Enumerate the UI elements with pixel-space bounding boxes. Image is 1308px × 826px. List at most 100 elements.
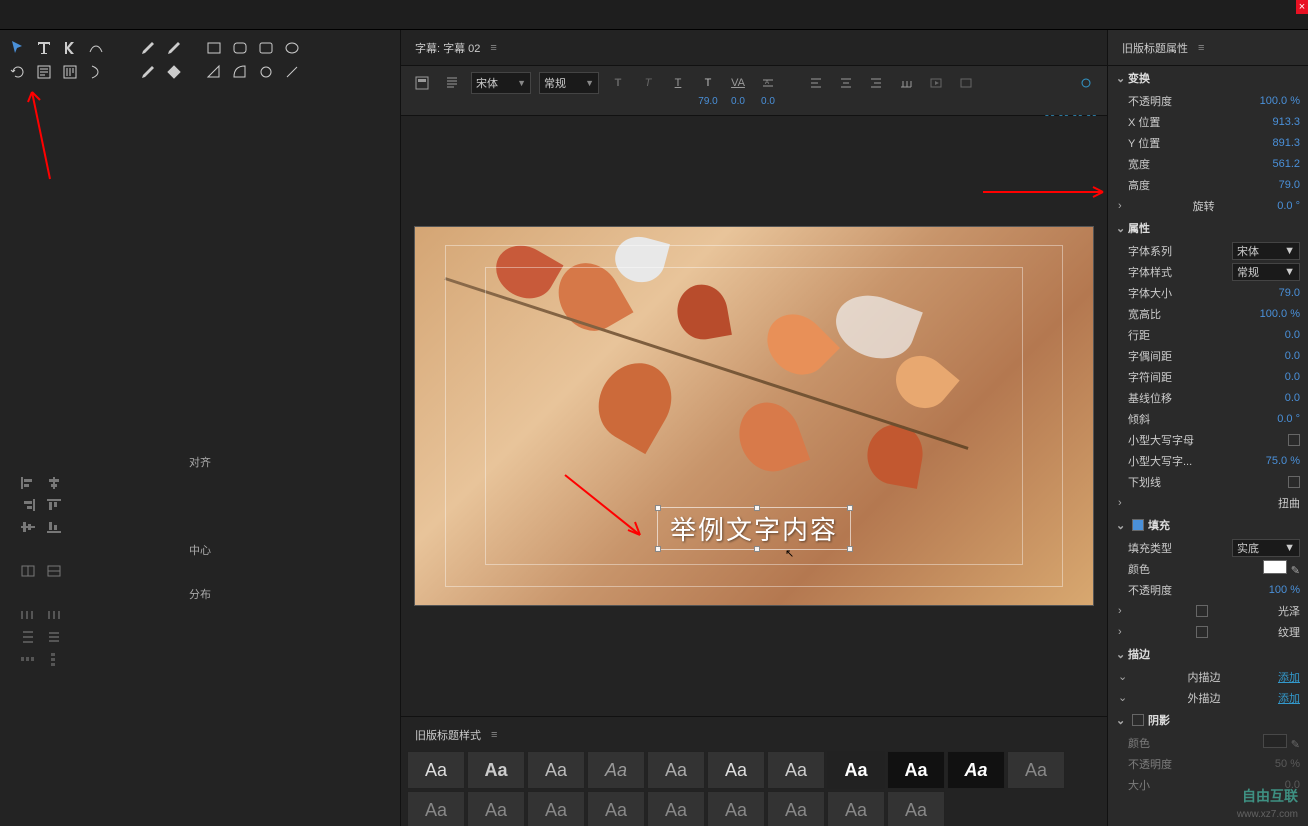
align-hcenter-icon[interactable] <box>44 474 64 492</box>
style-preset[interactable]: Aa <box>467 791 525 826</box>
aspect-value[interactable]: 100.0 % <box>1260 308 1300 320</box>
leading-value[interactable]: 0.0 <box>761 96 775 107</box>
style-preset[interactable]: Aa <box>467 751 525 789</box>
distribute-h1-icon[interactable] <box>18 606 38 624</box>
center-horizontal-icon[interactable] <box>18 562 38 580</box>
font-family-select[interactable]: 宋体▼ <box>471 72 531 94</box>
style-preset[interactable]: Aa <box>827 791 885 826</box>
style-preset[interactable]: Aa <box>887 751 945 789</box>
sync-icon[interactable] <box>1075 72 1097 94</box>
distribute-s2-icon[interactable] <box>44 650 64 668</box>
style-preset[interactable]: Aa <box>527 791 585 826</box>
pen-add-tool-icon[interactable] <box>164 38 184 58</box>
underline-checkbox[interactable] <box>1288 476 1300 488</box>
vertical-type-tool-icon[interactable] <box>60 38 80 58</box>
italic-icon[interactable]: T <box>637 72 659 94</box>
font-style-select[interactable]: 常规▼ <box>539 72 599 94</box>
show-bg-icon[interactable] <box>955 72 977 94</box>
distribute-v1-icon[interactable] <box>18 628 38 646</box>
outer-stroke-add[interactable]: 添加 <box>1278 690 1300 706</box>
distribute-s1-icon[interactable] <box>18 650 38 668</box>
height-value[interactable]: 79.0 <box>1279 179 1300 191</box>
shadow-color-swatch[interactable] <box>1263 734 1287 748</box>
type-tool-icon[interactable] <box>34 38 54 58</box>
ellipse-tool-icon[interactable] <box>282 38 302 58</box>
vertical-area-type-tool-icon[interactable] <box>60 62 80 82</box>
smallcaps-checkbox[interactable] <box>1288 434 1300 446</box>
center-vertical-icon[interactable] <box>44 562 64 580</box>
arc-tool-icon[interactable] <box>230 62 250 82</box>
style-preset[interactable]: Aa <box>407 751 465 789</box>
style-preset[interactable]: Aa <box>827 751 885 789</box>
line-tool-icon[interactable] <box>282 62 302 82</box>
panel-menu-icon[interactable]: ≡ <box>490 42 496 54</box>
title-editor-tab-label[interactable]: 字幕: 字幕 02 <box>415 40 480 56</box>
opacity-value[interactable]: 100.0 % <box>1260 95 1300 107</box>
style-preset[interactable]: Aa <box>647 791 705 826</box>
align-top-icon[interactable] <box>44 496 64 514</box>
style-preset[interactable]: Aa <box>767 791 825 826</box>
wedge-tool-icon[interactable] <box>204 62 224 82</box>
style-preset[interactable]: Aa <box>707 751 765 789</box>
align-left-text-icon[interactable] <box>805 72 827 94</box>
font-size-value[interactable]: 79.0 <box>698 96 717 107</box>
kerning-value[interactable]: 0.0 <box>731 96 745 107</box>
width-value[interactable]: 561.2 <box>1272 158 1300 170</box>
style-preset[interactable]: Aa <box>587 791 645 826</box>
transform-group-header[interactable]: ⌄变换 <box>1108 66 1308 90</box>
shadow-enable-checkbox[interactable] <box>1132 714 1144 726</box>
style-preset[interactable]: Aa <box>707 791 765 826</box>
kerning-prop-value[interactable]: 0.0 <box>1285 350 1300 362</box>
path-type-tool-icon[interactable] <box>86 38 106 58</box>
style-preset[interactable]: Aa <box>887 791 945 826</box>
x-pos-value[interactable]: 913.3 <box>1272 116 1300 128</box>
style-preset[interactable]: Aa <box>767 751 825 789</box>
y-pos-value[interactable]: 891.3 <box>1272 137 1300 149</box>
style-preset[interactable]: Aa <box>947 751 1005 789</box>
bold-icon[interactable]: T <box>607 72 629 94</box>
style-preset[interactable]: Aa <box>527 751 585 789</box>
styles-tab-label[interactable]: 旧版标题样式 <box>415 727 481 743</box>
align-right-icon[interactable] <box>18 496 38 514</box>
shadow-opacity-value[interactable]: 50 % <box>1275 758 1300 770</box>
pen-tool-icon[interactable] <box>138 38 158 58</box>
texture-checkbox[interactable] <box>1196 626 1208 638</box>
style-preset[interactable]: Aa <box>647 751 705 789</box>
eyedropper-icon[interactable]: ✎ <box>1291 565 1300 577</box>
template-icon[interactable] <box>411 72 433 94</box>
shadow-eyedropper-icon[interactable]: ✎ <box>1291 739 1300 751</box>
smallcaps-size-value[interactable]: 75.0 % <box>1266 455 1300 467</box>
vertical-path-type-icon[interactable] <box>86 62 106 82</box>
clipped-rect-tool-icon[interactable] <box>256 38 276 58</box>
pen-delete-tool-icon[interactable] <box>164 62 184 82</box>
sheen-checkbox[interactable] <box>1196 605 1208 617</box>
distribute-h2-icon[interactable] <box>44 606 64 624</box>
kerning-icon[interactable]: VA <box>727 72 749 94</box>
font-style-prop-select[interactable]: 常规▼ <box>1232 263 1300 281</box>
style-preset[interactable]: Aa <box>1007 751 1065 789</box>
fill-opacity-value[interactable]: 100 % <box>1269 584 1300 596</box>
leading-icon[interactable]: A <box>757 72 779 94</box>
tracking-value[interactable]: 0.0 <box>1285 371 1300 383</box>
circle-tool-icon[interactable] <box>256 62 276 82</box>
align-right-text-icon[interactable] <box>865 72 887 94</box>
font-size-prop-value[interactable]: 79.0 <box>1279 287 1300 299</box>
fill-group-header[interactable]: ⌄填充 <box>1108 513 1308 537</box>
shadow-group-header[interactable]: ⌄阴影 <box>1108 708 1308 732</box>
inner-stroke-add[interactable]: 添加 <box>1278 669 1300 685</box>
area-type-tool-icon[interactable] <box>34 62 54 82</box>
roll-crawl-icon[interactable] <box>441 72 463 94</box>
style-preset[interactable]: Aa <box>407 791 465 826</box>
font-family-prop-select[interactable]: 宋体▼ <box>1232 242 1300 260</box>
fill-enable-checkbox[interactable] <box>1132 519 1144 531</box>
selection-tool-icon[interactable] <box>8 38 28 58</box>
title-text-element[interactable]: 举例文字内容 <box>657 507 851 550</box>
show-video-icon[interactable] <box>925 72 947 94</box>
attributes-group-header[interactable]: ⌄属性 <box>1108 216 1308 240</box>
pen-convert-tool-icon[interactable] <box>138 62 158 82</box>
properties-tab-label[interactable]: 旧版标题属性 <box>1122 40 1188 56</box>
rounded-rect-tool-icon[interactable] <box>230 38 250 58</box>
font-size-icon[interactable]: T <box>697 72 719 94</box>
tab-stops-icon[interactable] <box>895 72 917 94</box>
distribute-v2-icon[interactable] <box>44 628 64 646</box>
